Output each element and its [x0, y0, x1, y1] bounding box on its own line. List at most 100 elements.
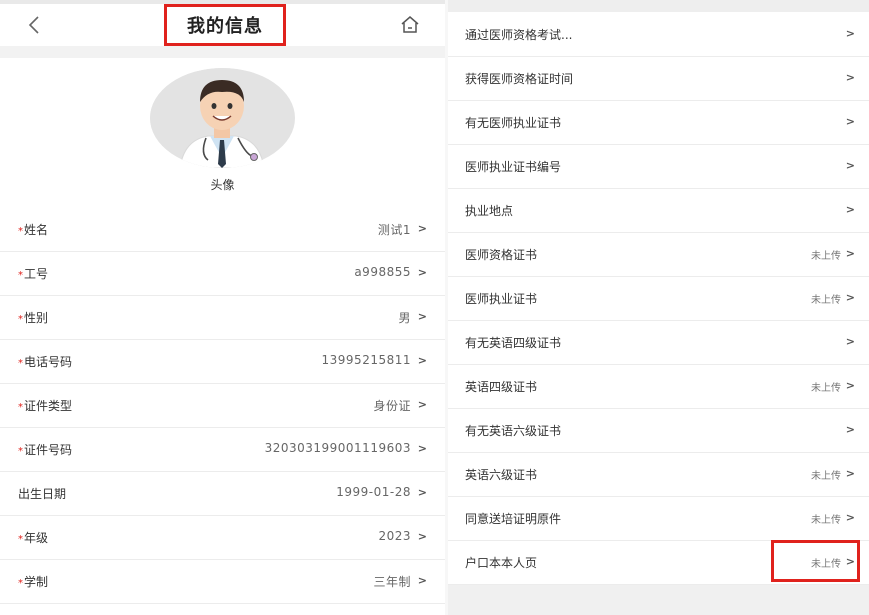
certificate-row[interactable]: 医师执业证书 未上传 > [448, 277, 869, 321]
chevron-right-icon[interactable]: > [418, 398, 427, 411]
field-label-text: 姓名 [24, 223, 49, 237]
certificate-row[interactable]: 同意送培证明原件 未上传 > [448, 497, 869, 541]
screen: 我的信息 头像 *姓名 测试1 > *工号 a998855 > *性别 男 > … [0, 0, 869, 615]
chevron-right-icon[interactable]: > [418, 442, 427, 455]
required-mark: * [18, 578, 23, 589]
chevron-right-icon[interactable]: > [846, 203, 855, 216]
field-label: 英语六级证书 [465, 468, 538, 482]
profile-panel-left: 我的信息 头像 *姓名 测试1 > *工号 a998855 > *性别 男 > … [0, 0, 445, 615]
header-bar: 我的信息 [0, 4, 445, 46]
chevron-right-icon[interactable]: > [846, 159, 855, 172]
field-label-text: 性别 [24, 311, 49, 325]
upload-status: 未上传 [811, 515, 841, 526]
required-mark: * [18, 314, 23, 325]
certificate-row[interactable]: 英语四级证书 未上传 > [448, 365, 869, 409]
profile-row[interactable]: *电话号码 13995215811 > [0, 340, 445, 384]
chevron-right-icon[interactable]: > [846, 291, 855, 304]
chevron-right-icon[interactable]: > [846, 247, 855, 260]
field-label-text: 学制 [24, 575, 49, 589]
profile-row[interactable]: *性别 男 > [0, 296, 445, 340]
certificate-field-list: 通过医师资格考试... > 获得医师资格证时间 > 有无医师执业证书 > 医师执业证书编号 >… [448, 13, 869, 585]
chevron-right-icon[interactable]: > [418, 222, 427, 235]
chevron-right-icon[interactable]: > [846, 467, 855, 480]
upload-status: 未上传 [811, 251, 841, 262]
profile-row[interactable]: *证件号码 320303199001119603 > [0, 428, 445, 472]
field-label-text: 证件类型 [24, 399, 73, 413]
field-value: 三年制 [373, 575, 411, 589]
chevron-right-icon[interactable]: > [846, 511, 855, 524]
profile-row[interactable]: *学制 三年制 > [0, 560, 445, 604]
chevron-right-icon[interactable]: > [418, 354, 427, 367]
avatar[interactable] [150, 68, 295, 168]
certificate-row[interactable]: 有无英语六级证书 > [448, 409, 869, 453]
profile-row[interactable]: *姓名 测试1 > [0, 208, 445, 252]
chevron-right-icon[interactable]: > [846, 115, 855, 128]
profile-row[interactable]: 出生日期 1999-01-28 > [0, 472, 445, 516]
field-label: 获得医师资格证时间 [465, 72, 574, 86]
certificate-row[interactable]: 执业地点 > [448, 189, 869, 233]
certificate-row[interactable]: 英语六级证书 未上传 > [448, 453, 869, 497]
field-value: 13995215811 [321, 353, 411, 367]
upload-status: 未上传 [811, 383, 841, 394]
field-label: *证件类型 [18, 397, 72, 414]
required-mark: * [18, 402, 23, 413]
upload-status: 未上传 [811, 471, 841, 482]
profile-row[interactable]: *证件类型 身份证 > [0, 384, 445, 428]
field-label: *电话号码 [18, 353, 72, 370]
required-mark: * [18, 270, 23, 281]
section-gap [0, 46, 445, 58]
chevron-right-icon[interactable]: > [846, 27, 855, 40]
field-value: 1999-01-28 [336, 485, 411, 499]
field-value: 测试1 [377, 223, 411, 237]
field-label: 医师资格证书 [465, 248, 538, 262]
certificate-row[interactable]: 通过医师资格考试... > [448, 13, 869, 57]
field-label: *年级 [18, 529, 48, 546]
chevron-right-icon[interactable]: > [418, 310, 427, 323]
chevron-right-icon[interactable]: > [846, 423, 855, 436]
field-label: 有无英语六级证书 [465, 424, 562, 438]
chevron-right-icon[interactable]: > [846, 71, 855, 84]
certificate-row[interactable]: 有无英语四级证书 > [448, 321, 869, 365]
field-label: *工号 [18, 265, 48, 282]
field-label: 英语四级证书 [465, 380, 538, 394]
field-value: a998855 [354, 265, 411, 279]
home-icon[interactable] [398, 13, 422, 37]
field-value: 2023 [378, 529, 411, 543]
chevron-left-icon[interactable] [22, 12, 48, 38]
field-label: 有无医师执业证书 [465, 116, 562, 130]
chevron-right-icon[interactable]: > [846, 379, 855, 392]
page-title: 我的信息 [187, 16, 263, 37]
top-strip [448, 0, 869, 12]
field-label: 有无英语四级证书 [465, 336, 562, 350]
field-label: *证件号码 [18, 441, 72, 458]
profile-row[interactable]: *工号 a998855 > [0, 252, 445, 296]
certificate-row[interactable]: 获得医师资格证时间 > [448, 57, 869, 101]
field-value: 身份证 [373, 399, 411, 413]
required-mark: * [18, 446, 23, 457]
field-label: 医师执业证书 [465, 292, 538, 306]
chevron-right-icon[interactable]: > [418, 530, 427, 543]
field-label: *学制 [18, 573, 48, 590]
field-label: 医师执业证书编号 [465, 160, 562, 174]
field-label: 通过医师资格考试... [465, 28, 573, 42]
certificate-row[interactable]: 有无医师执业证书 > [448, 101, 869, 145]
chevron-right-icon[interactable]: > [418, 266, 427, 279]
required-mark: * [18, 358, 23, 369]
field-label: 同意送培证明原件 [465, 512, 562, 526]
profile-field-list: *姓名 测试1 > *工号 a998855 > *性别男 > *电话号码 13995215811 >… [0, 208, 445, 604]
field-label-text: 出生日期 [18, 487, 67, 501]
field-label-text: 证件号码 [24, 443, 73, 457]
field-value: 320303199001119603 [264, 441, 411, 455]
chevron-right-icon[interactable]: > [418, 574, 427, 587]
profile-row[interactable]: *年级 2023 > [0, 516, 445, 560]
chevron-right-icon[interactable]: > [418, 486, 427, 499]
upload-status: 未上传 [811, 295, 841, 306]
certificate-row[interactable]: 医师执业证书编号 > [448, 145, 869, 189]
avatar-section[interactable]: 头像 [0, 58, 445, 209]
field-label-text: 工号 [24, 267, 49, 281]
title-highlight: 我的信息 [164, 4, 286, 46]
field-label: *姓名 [18, 221, 48, 238]
certificate-row[interactable]: 医师资格证书 未上传 > [448, 233, 869, 277]
chevron-right-icon[interactable]: > [846, 335, 855, 348]
field-value: 男 [398, 311, 411, 325]
